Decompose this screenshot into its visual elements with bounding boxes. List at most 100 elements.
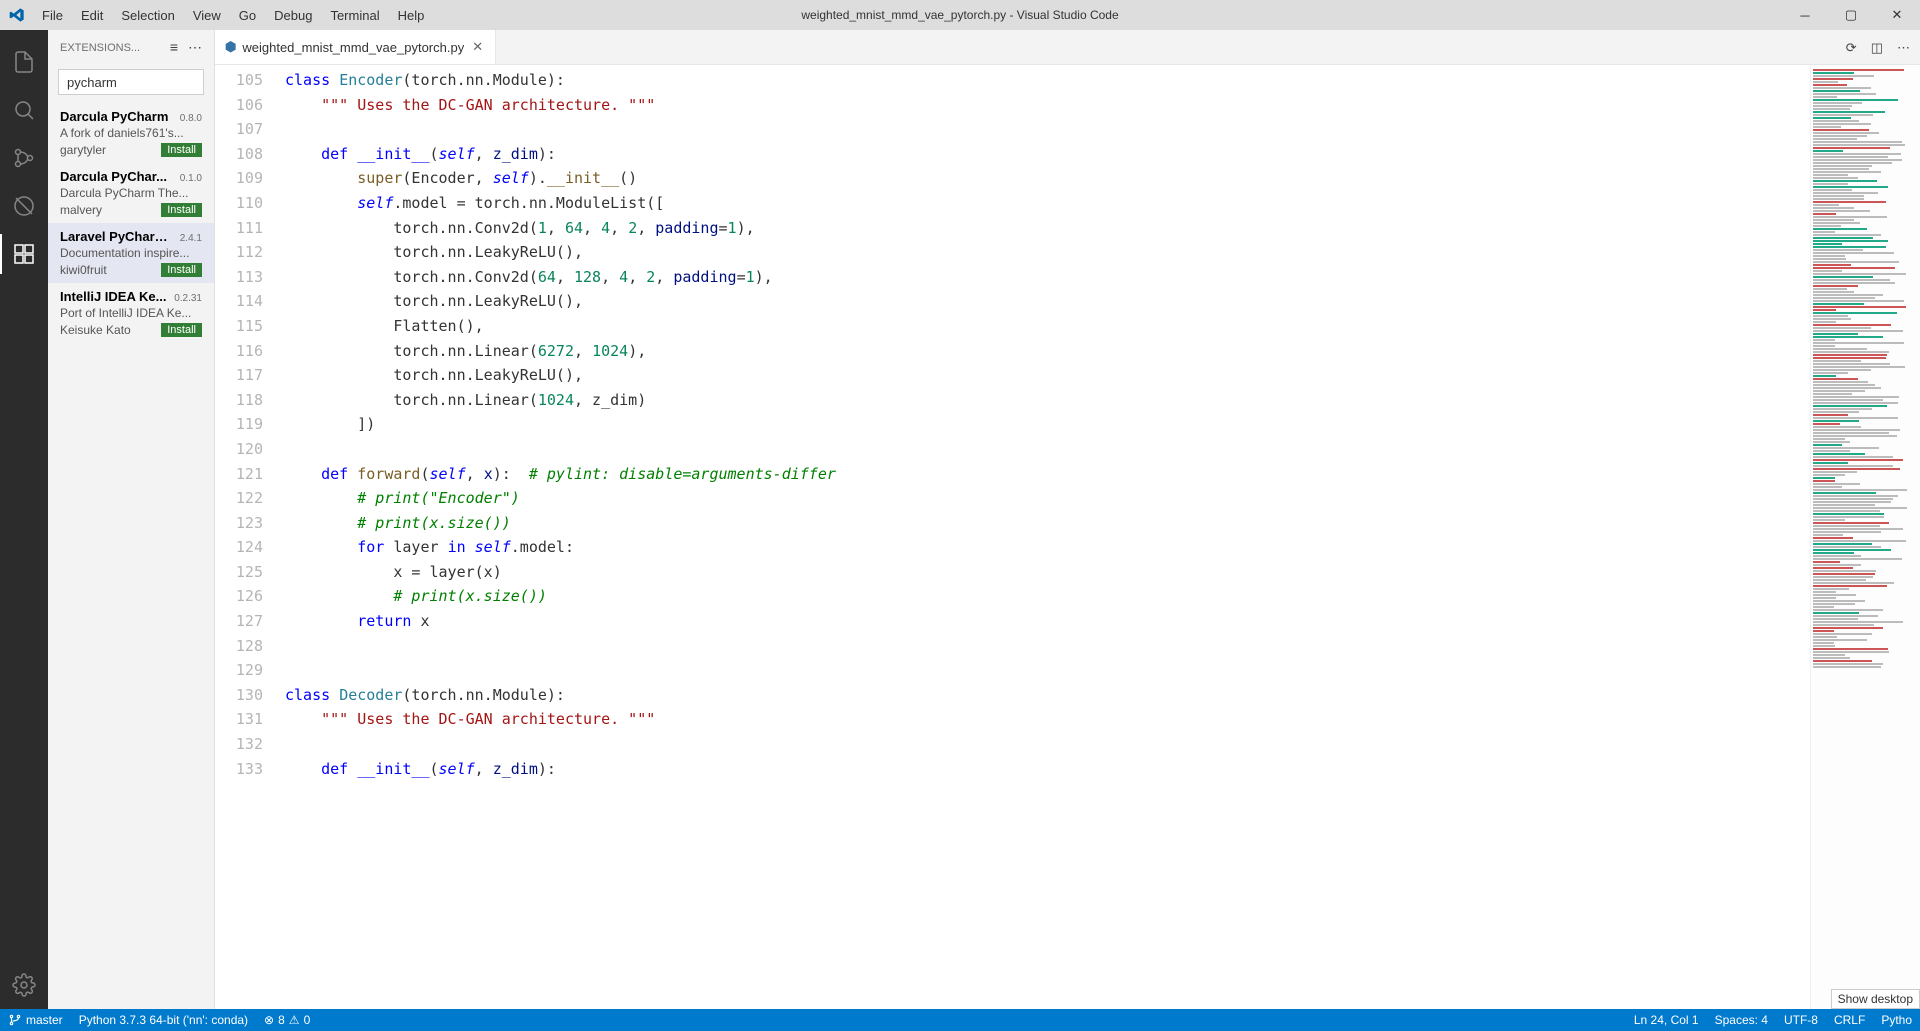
encoding[interactable]: UTF-8 [1776,1009,1826,1031]
line-number: 128 [215,634,263,659]
code-content[interactable]: class Encoder(torch.nn.Module): """ Uses… [285,65,1810,1009]
extensions-icon[interactable] [0,230,48,278]
code-line[interactable]: for layer in self.model: [285,535,1810,560]
cursor-position[interactable]: Ln 24, Col 1 [1626,1009,1707,1031]
code-line[interactable]: torch.nn.LeakyReLU(), [285,240,1810,265]
extension-version: 0.8.0 [180,113,202,124]
extension-version: 2.4.1 [180,233,202,244]
editor-tabs: ⬢ weighted_mnist_mmd_vae_pytorch.py ✕ ⟳ … [215,30,1920,65]
code-line[interactable]: def __init__(self, z_dim): [285,142,1810,167]
debug-icon[interactable] [0,182,48,230]
line-number: 120 [215,437,263,462]
code-line[interactable]: torch.nn.LeakyReLU(), [285,363,1810,388]
code-line[interactable] [285,658,1810,683]
editor-tab[interactable]: ⬢ weighted_mnist_mmd_vae_pytorch.py ✕ [215,30,496,64]
compare-icon[interactable]: ⟳ [1846,40,1857,56]
extension-item[interactable]: Darcula PyChar...0.1.0Darcula PyCharm Th… [48,163,214,223]
code-line[interactable]: torch.nn.Linear(6272, 1024), [285,339,1810,364]
extension-author: kiwi0fruit [60,263,107,277]
code-line[interactable]: torch.nn.LeakyReLU(), [285,289,1810,314]
line-number: 105 [215,68,263,93]
code-line[interactable]: self.model = torch.nn.ModuleList([ [285,191,1810,216]
settings-gear-icon[interactable] [0,961,48,1009]
explorer-icon[interactable] [0,38,48,86]
split-editor-icon[interactable]: ◫ [1871,40,1883,56]
editor-body[interactable]: 1051061071081091101111121131141151161171… [215,65,1920,1009]
extension-item[interactable]: Laravel PyCharm...2.4.1Documentation ins… [48,223,214,283]
maximize-button[interactable]: ▢ [1828,0,1874,30]
sidebar-title: EXTENSIONS... [60,42,140,54]
install-button[interactable]: Install [161,203,202,217]
source-control-icon[interactable] [0,134,48,182]
extension-name: Darcula PyChar... [60,169,167,184]
more-icon[interactable]: ⋯ [188,39,202,56]
menu-debug[interactable]: Debug [266,5,320,26]
install-button[interactable]: Install [161,143,202,157]
close-button[interactable]: ✕ [1874,0,1920,30]
code-line[interactable]: torch.nn.Conv2d(1, 64, 4, 2, padding=1), [285,216,1810,241]
menu-view[interactable]: View [185,5,229,26]
code-line[interactable] [285,732,1810,757]
code-line[interactable]: return x [285,609,1810,634]
code-line[interactable]: torch.nn.Linear(1024, z_dim) [285,388,1810,413]
install-button[interactable]: Install [161,323,202,337]
minimize-button[interactable]: ─ [1782,0,1828,30]
code-line[interactable]: Flatten(), [285,314,1810,339]
code-line[interactable]: def __init__(self, z_dim): [285,757,1810,782]
code-line[interactable]: """ Uses the DC-GAN architecture. """ [285,93,1810,118]
filter-icon[interactable]: ≡ [170,39,178,56]
code-line[interactable]: def forward(self, x): # pylint: disable=… [285,462,1810,487]
editor-area: ⬢ weighted_mnist_mmd_vae_pytorch.py ✕ ⟳ … [215,30,1920,1009]
line-number: 117 [215,363,263,388]
line-number: 110 [215,191,263,216]
extension-name: IntelliJ IDEA Ke... [60,289,166,304]
sidebar-header: EXTENSIONS... ≡ ⋯ [48,30,214,65]
extension-description: Darcula PyCharm The... [60,186,202,200]
code-line[interactable]: # print("Encoder") [285,486,1810,511]
menu-terminal[interactable]: Terminal [322,5,387,26]
window-controls: ─ ▢ ✕ [1782,0,1920,30]
extensions-search-input[interactable] [58,69,204,95]
code-line[interactable]: torch.nn.Conv2d(64, 128, 4, 2, padding=1… [285,265,1810,290]
python-interpreter[interactable]: Python 3.7.3 64-bit ('nn': conda) [71,1009,256,1031]
extensions-sidebar: EXTENSIONS... ≡ ⋯ Darcula PyCharm0.8.0A … [48,30,215,1009]
line-number: 111 [215,216,263,241]
tab-label: weighted_mnist_mmd_vae_pytorch.py [242,40,464,55]
code-line[interactable]: super(Encoder, self).__init__() [285,166,1810,191]
extension-author: garytyler [60,143,106,157]
language-mode[interactable]: Pytho [1873,1009,1920,1031]
statusbar: master Python 3.7.3 64-bit ('nn': conda)… [0,1009,1920,1031]
menu-go[interactable]: Go [231,5,264,26]
minimap[interactable] [1810,65,1920,1009]
git-branch[interactable]: master [0,1009,71,1031]
extension-item[interactable]: Darcula PyCharm0.8.0A fork of daniels761… [48,103,214,163]
code-line[interactable] [285,117,1810,142]
line-number: 122 [215,486,263,511]
code-line[interactable]: # print(x.size()) [285,584,1810,609]
menu-selection[interactable]: Selection [113,5,182,26]
menu-edit[interactable]: Edit [73,5,111,26]
menu-file[interactable]: File [34,5,71,26]
line-number: 107 [215,117,263,142]
install-button[interactable]: Install [161,263,202,277]
extension-author: Keisuke Kato [60,323,131,337]
code-line[interactable]: ]) [285,412,1810,437]
line-number: 116 [215,339,263,364]
extension-item[interactable]: IntelliJ IDEA Ke...0.2.31Port of Intelli… [48,283,214,343]
problems[interactable]: ⊗8 ⚠0 [256,1009,318,1031]
code-line[interactable] [285,437,1810,462]
code-line[interactable]: class Decoder(torch.nn.Module): [285,683,1810,708]
extensions-list[interactable]: Darcula PyCharm0.8.0A fork of daniels761… [48,103,214,1009]
code-line[interactable]: class Encoder(torch.nn.Module): [285,68,1810,93]
tab-close-icon[interactable]: ✕ [470,37,485,57]
code-line[interactable]: """ Uses the DC-GAN architecture. """ [285,707,1810,732]
code-line[interactable] [285,634,1810,659]
eol[interactable]: CRLF [1826,1009,1873,1031]
code-line[interactable]: # print(x.size()) [285,511,1810,536]
menu-help[interactable]: Help [390,5,433,26]
indentation[interactable]: Spaces: 4 [1707,1009,1776,1031]
more-actions-icon[interactable]: ⋯ [1897,40,1910,56]
code-line[interactable]: x = layer(x) [285,560,1810,585]
search-icon[interactable] [0,86,48,134]
line-number: 126 [215,584,263,609]
